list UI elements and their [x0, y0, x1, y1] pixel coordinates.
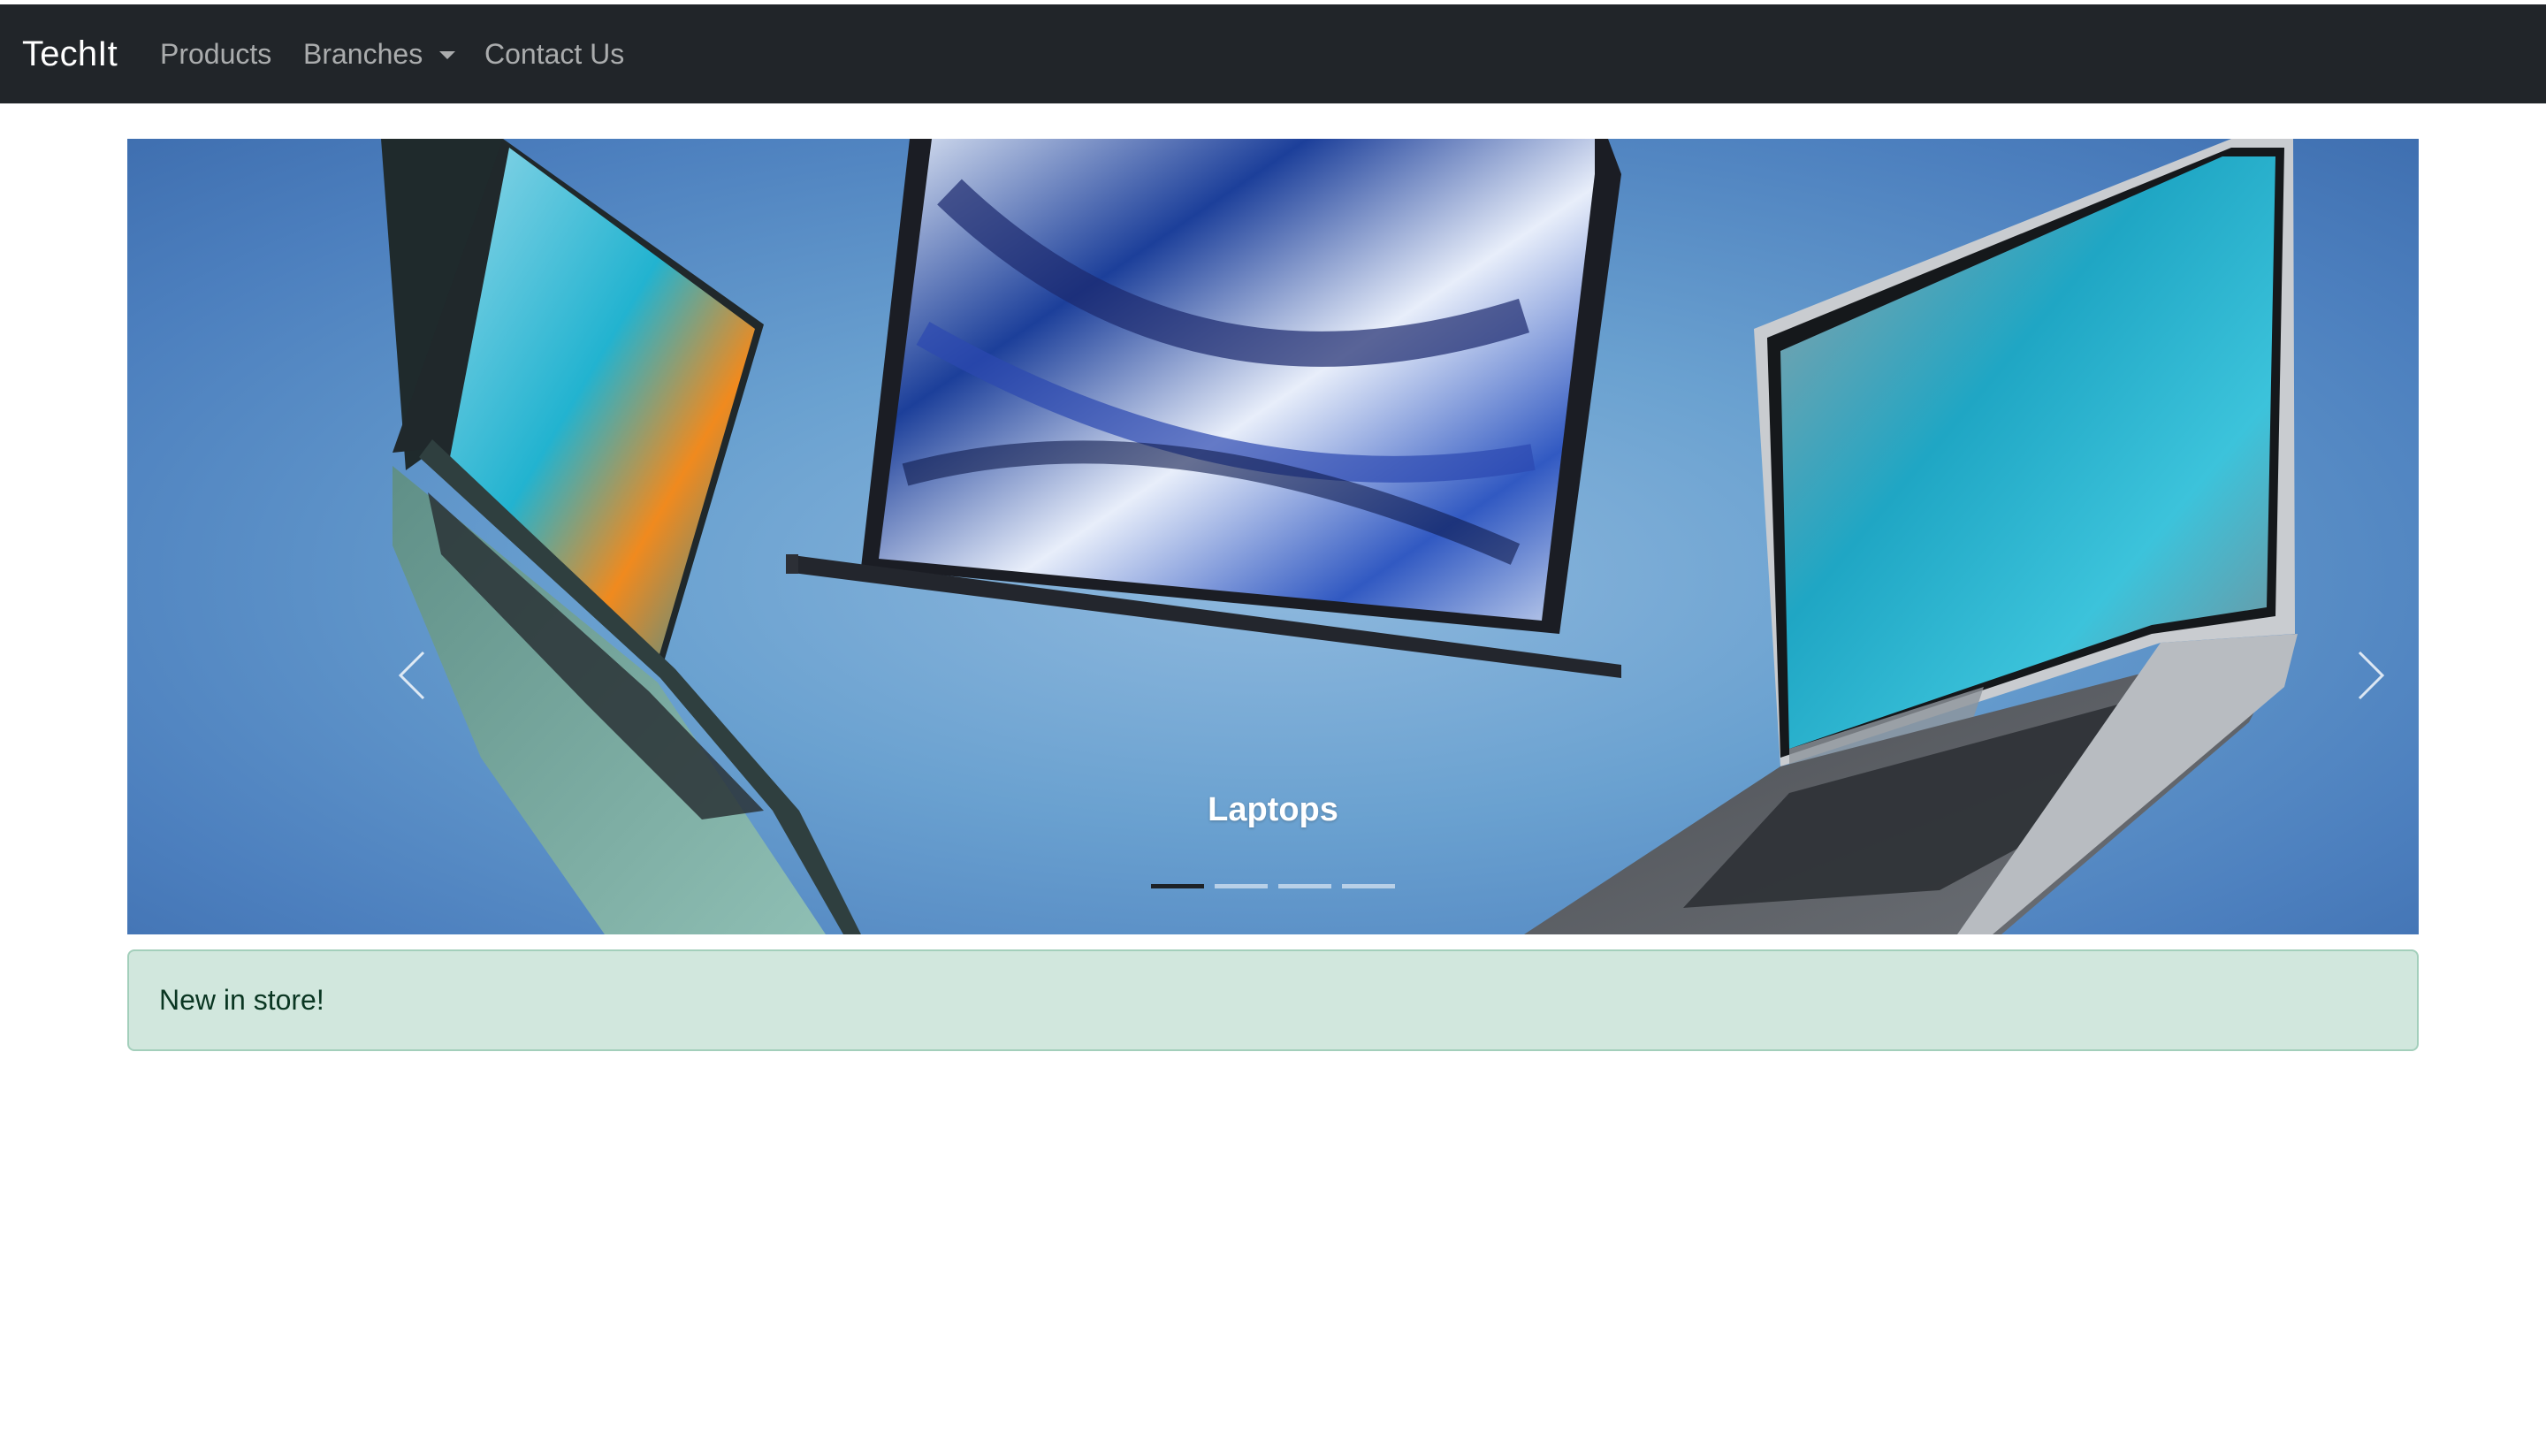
- carousel-indicator-1[interactable]: [1151, 884, 1204, 888]
- nav-link-branches[interactable]: Branches: [303, 4, 423, 103]
- nav-link-contact-us[interactable]: Contact Us: [484, 4, 624, 103]
- carousel-prev-button[interactable]: [359, 614, 465, 737]
- carousel-caption: Laptops: [1208, 791, 1338, 828]
- carousel-indicators: [1151, 884, 1395, 888]
- new-in-store-alert: New in store!: [127, 949, 2419, 1051]
- carousel-indicator-2[interactable]: [1215, 884, 1268, 888]
- carousel-indicator-4[interactable]: [1342, 884, 1395, 888]
- carousel-next-button[interactable]: [2318, 614, 2419, 737]
- caret-down-icon[interactable]: [439, 51, 455, 59]
- carousel-indicator-3[interactable]: [1278, 884, 1331, 888]
- chevron-right-icon: [2358, 651, 2385, 700]
- brand-logo[interactable]: TechIt: [22, 4, 118, 103]
- nav-link-products[interactable]: Products: [160, 4, 271, 103]
- navbar: TechIt Products Branches Contact Us: [0, 4, 2546, 103]
- chevron-left-icon: [398, 651, 425, 700]
- product-carousel: Laptops: [127, 139, 2419, 934]
